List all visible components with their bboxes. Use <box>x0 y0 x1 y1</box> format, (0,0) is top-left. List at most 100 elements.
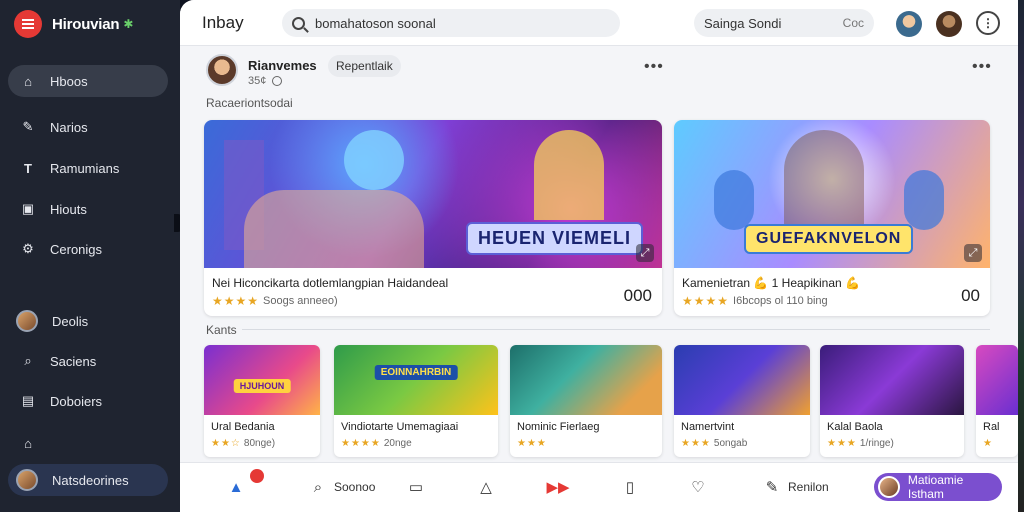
sparkle-icon: ✱ <box>123 17 134 31</box>
video-thumbnail <box>820 345 964 415</box>
image-icon: ▣ <box>21 201 35 216</box>
bottom-nav: ▲ ⌕ Soonoo ▭ △ ▶▶ ▯ ♡ ✎ Renilon Matioami… <box>180 462 1018 512</box>
card-rating: ★ <box>983 438 993 449</box>
card-sub: 20nge <box>383 438 412 449</box>
card-rating: ★★★★ I6bcops ol 110 bing <box>682 294 828 308</box>
card-rating: ★★★★ Soogs anneeo) <box>212 294 338 308</box>
sidebar-item-house[interactable]: ⌂ <box>8 427 168 459</box>
video-card-small[interactable]: Ral ★ <box>976 345 1018 457</box>
window-edge <box>1018 0 1024 512</box>
sidebar-item-home[interactable]: ⌂ Hboos <box>8 65 168 97</box>
sidebar-item-deolis[interactable]: Deolis <box>8 305 168 337</box>
setting-small: Coc <box>842 16 864 30</box>
avatar[interactable] <box>206 54 238 86</box>
heart-icon: ♡ <box>691 479 705 496</box>
search-icon: ⌕ <box>24 353 32 368</box>
post-meta: 35¢ <box>248 75 283 87</box>
text-icon: T <box>24 160 32 176</box>
video-card-small[interactable]: Nominic Fierlaeg ★★★ <box>510 345 662 457</box>
user-profile-button[interactable]: Matioamie Istham <box>874 473 1002 501</box>
video-card-small[interactable]: HJUHOUN Ural Bedania ★★☆ 80nge) <box>204 345 320 457</box>
card-count: 000 <box>623 286 652 305</box>
star-rating-icon: ★★★ <box>827 438 857 449</box>
nav-item-renilon[interactable]: ✎ Renilon <box>762 477 829 497</box>
video-card[interactable]: GUEFAKNVELON ⤢ Kamenietran 💪 1 Heapikina… <box>674 120 990 316</box>
sidebar-item-label: Natsdeorines <box>52 472 129 488</box>
setting-label: Sainga Sondi <box>704 15 782 31</box>
mascot-shape <box>344 130 404 190</box>
card-rating: ★★★ 5ongab <box>681 438 747 449</box>
card-title: Vindiotarte Umemagiaai <box>341 421 459 433</box>
avatar <box>878 476 900 498</box>
page-title: Inbay <box>202 13 244 32</box>
nav-item-forward[interactable]: ▶▶ <box>546 477 570 497</box>
globe-icon <box>272 76 283 86</box>
video-card[interactable]: HEUEN VIEMELI ⤢ Nei Hiconcikarta dotleml… <box>204 120 662 316</box>
nav-label: Renilon <box>788 480 829 494</box>
expand-icon[interactable]: ⤢ <box>636 244 654 262</box>
video-card-small[interactable]: EOINNAHRBIN Vindiotarte Umemagiaai ★★★★ … <box>334 345 498 457</box>
nav-item-search[interactable]: ⌕ Soonoo <box>308 477 376 497</box>
expand-icon[interactable]: ⤢ <box>964 244 982 262</box>
search-value: bomahatoson soonal <box>315 15 436 31</box>
sidebar-item-label: Doboiers <box>50 393 103 409</box>
fast-forward-icon: ▶▶ <box>546 479 570 496</box>
setting-selector[interactable]: Sainga Sondi Coc <box>694 9 874 37</box>
nav-item-like-outline[interactable]: △ <box>476 477 496 497</box>
video-thumbnail <box>976 345 1018 415</box>
card-title: Namertvint <box>681 421 735 433</box>
search-input[interactable]: bomahatoson soonal <box>282 9 620 37</box>
more-icon[interactable]: ••• <box>972 58 992 76</box>
thumbnail-banner: HJUHOUN <box>233 379 291 393</box>
sidebar-item-ceronigs[interactable]: ⚙ Ceronigs <box>8 233 168 265</box>
more-icon[interactable]: ••• <box>644 58 664 76</box>
post-time: 35¢ <box>248 75 267 87</box>
brand-name: Hirouvian <box>52 15 120 33</box>
sidebar-item-label: Ceronigs <box>50 241 103 257</box>
thumbnail-banner: GUEFAKNVELON <box>744 224 914 254</box>
nav-item-book[interactable]: ▯ <box>620 477 640 497</box>
divider <box>242 329 990 330</box>
sidebar-item-ramumians[interactable]: T Ramumians <box>8 152 168 184</box>
card-rating: ★★☆ 80nge) <box>211 438 275 449</box>
main-panel: Inbay bomahatoson soonal Sainga Sondi Co… <box>180 0 1018 512</box>
star-rating-icon: ★★★ <box>517 438 547 449</box>
avatar <box>16 469 38 491</box>
search-icon: ⌕ <box>313 478 323 496</box>
card-title: Ural Bedania <box>211 421 275 433</box>
avatar[interactable] <box>896 11 922 37</box>
card-rating: ★★★★ 20nge <box>341 438 412 449</box>
card-sub: I6bcops ol 110 bing <box>733 295 828 307</box>
message-icon: ▭ <box>408 479 424 496</box>
nav-item-like[interactable]: ▲ <box>226 477 246 497</box>
star-rating-icon: ★★☆ <box>211 438 241 449</box>
card-title: Kalal Baola <box>827 421 883 433</box>
more-icon[interactable]: ⋮ <box>976 11 1000 35</box>
card-sub: 1/ringe) <box>859 438 894 449</box>
home-icon: ⌂ <box>24 73 32 89</box>
nav-item-message[interactable]: ▭ <box>406 477 426 497</box>
video-thumbnail: HEUEN VIEMELI <box>204 120 662 268</box>
sidebar-item-hiouts[interactable]: ▣ Hiouts <box>8 193 168 225</box>
people-shape <box>244 190 424 268</box>
post-author[interactable]: Rianvemes <box>248 58 317 73</box>
card-sub: 80nge) <box>243 438 276 449</box>
avatar[interactable] <box>936 11 962 37</box>
video-thumbnail: HJUHOUN <box>204 345 320 415</box>
sidebar-item-saciens[interactable]: ⌕ Saciens <box>8 345 168 377</box>
thumbnail-banner: HEUEN VIEMELI <box>466 222 644 255</box>
sidebar-item-narios[interactable]: ✎ Narios <box>8 111 168 143</box>
thumbnail-banner: EOINNAHRBIN <box>374 365 458 380</box>
video-card-small[interactable]: Kalal Baola ★★★ 1/ringe) <box>820 345 964 457</box>
video-card-small[interactable]: Namertvint ★★★ 5ongab <box>674 345 810 457</box>
book-icon: ▤ <box>21 393 35 408</box>
sidebar-item-doboiers[interactable]: ▤ Doboiers <box>8 385 168 417</box>
nav-item-heart[interactable]: ♡ <box>688 477 708 497</box>
sidebar-item-profile[interactable]: Natsdeorines <box>8 464 168 496</box>
post-chip[interactable]: Repentlaik <box>328 55 401 77</box>
hamburger-icon[interactable] <box>14 10 42 38</box>
card-sub: 5ongab <box>713 438 748 449</box>
card-rating: ★★★ <box>517 438 550 449</box>
card-title: Nei Hiconcikarta dotlemlangpian Haidande… <box>212 276 449 290</box>
notification-badge <box>250 469 264 483</box>
